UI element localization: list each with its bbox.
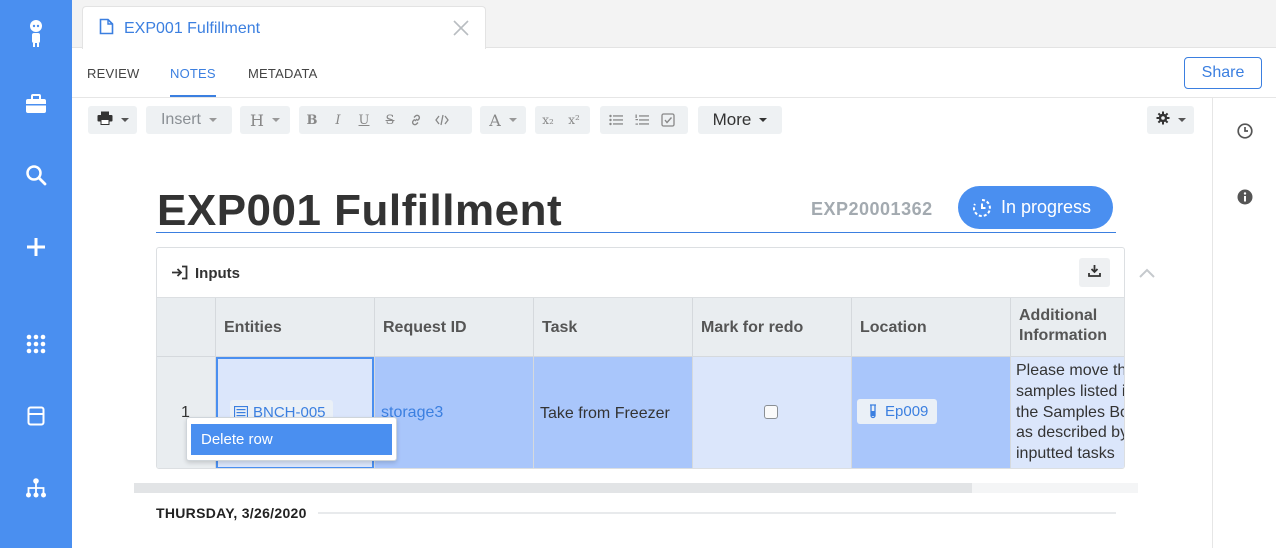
task-value: Take from Freezer: [540, 405, 670, 422]
location-header[interactable]: Location: [852, 298, 1010, 357]
status-label: In progress: [1001, 197, 1092, 217]
download-button[interactable]: [1079, 258, 1110, 287]
search-icon[interactable]: [0, 153, 72, 197]
print-button[interactable]: [88, 106, 137, 134]
status-button[interactable]: In progress: [958, 186, 1113, 229]
location-column: Location Ep009: [852, 298, 1011, 468]
document-tab[interactable]: EXP001 Fulfillment: [82, 6, 486, 49]
robot-logo-icon[interactable]: [0, 12, 72, 56]
progress-icon: [972, 198, 992, 218]
underline-button[interactable]: U: [351, 106, 377, 134]
tab-review[interactable]: REVIEW: [87, 66, 139, 81]
panel-icon[interactable]: [0, 394, 72, 438]
plus-icon[interactable]: [0, 225, 72, 269]
request-id-column: Request ID storage3: [375, 298, 534, 468]
date-divider: [318, 512, 1116, 514]
task-column: Task Take from Freezer: [534, 298, 693, 468]
superscript-button[interactable]: x²: [561, 106, 587, 134]
document-tab-strip: EXP001 Fulfillment: [72, 0, 1276, 49]
location-chip[interactable]: Ep009: [857, 399, 938, 424]
document-icon: [99, 18, 114, 40]
horizontal-scrollbar[interactable]: [134, 483, 1138, 493]
italic-button[interactable]: I: [325, 106, 351, 134]
mark-for-redo-column: Mark for redo: [693, 298, 852, 468]
clock-icon[interactable]: [1236, 122, 1254, 145]
font-color-label: A: [489, 110, 501, 130]
info-icon[interactable]: [1236, 188, 1254, 211]
location-cell[interactable]: Ep009: [852, 357, 1010, 468]
title-underline: [156, 232, 1116, 233]
row-context-menu: Delete row: [186, 417, 397, 461]
additional-info-cell[interactable]: Please move the samples listed in the Sa…: [1011, 357, 1125, 468]
sign-in-icon: [171, 265, 188, 285]
additional-info-value: Please move the samples listed in the Sa…: [1016, 362, 1125, 463]
left-nav-rail: [0, 0, 72, 548]
inputs-header: Inputs: [157, 248, 1124, 298]
download-icon: [1088, 264, 1101, 282]
mark-for-redo-cell: [693, 357, 851, 468]
delete-row-menu-item[interactable]: Delete row: [191, 424, 392, 455]
close-icon[interactable]: [451, 18, 471, 43]
additional-info-header[interactable]: Additional Information: [1011, 298, 1124, 357]
more-label: More: [712, 110, 752, 129]
font-color-dropdown[interactable]: A: [480, 106, 526, 134]
active-tab-indicator: [170, 95, 216, 97]
printer-icon: [97, 111, 113, 130]
heading-dropdown[interactable]: H: [240, 106, 290, 134]
task-header[interactable]: Task: [534, 298, 692, 357]
scrollbar-thumb[interactable]: [134, 483, 972, 493]
entry-id: EXP20001362: [811, 199, 933, 219]
entry-title[interactable]: EXP001 Fulfillment: [157, 186, 562, 236]
collapse-chevron-icon[interactable]: [1138, 266, 1156, 284]
subscript-button[interactable]: x₂: [535, 106, 561, 134]
request-id-cell[interactable]: storage3: [375, 357, 533, 468]
insert-label: Insert: [160, 111, 201, 128]
link-icon[interactable]: [403, 106, 429, 134]
text-format-group: B I U S: [299, 106, 472, 134]
mark-for-redo-header[interactable]: Mark for redo: [693, 298, 851, 357]
hierarchy-icon[interactable]: [0, 466, 72, 510]
tube-icon: [869, 404, 877, 419]
gear-icon: [1156, 111, 1170, 130]
heading-label: H: [250, 110, 264, 130]
strikethrough-button[interactable]: S: [377, 106, 403, 134]
list-group: [600, 106, 688, 134]
inputs-title: Inputs: [195, 265, 240, 282]
settings-dropdown[interactable]: [1147, 106, 1194, 134]
share-button[interactable]: Share: [1184, 57, 1262, 89]
bullet-list-icon[interactable]: [603, 106, 629, 134]
entities-header[interactable]: Entities: [216, 298, 374, 357]
grid-icon[interactable]: [0, 322, 72, 366]
checklist-icon[interactable]: [655, 106, 681, 134]
document-tab-title: EXP001 Fulfillment: [124, 20, 261, 37]
briefcase-icon[interactable]: [0, 82, 72, 126]
right-side-panel: [1212, 98, 1276, 548]
bold-button[interactable]: B: [299, 106, 325, 134]
insert-dropdown[interactable]: Insert: [146, 106, 232, 134]
index-header: [157, 298, 215, 357]
more-dropdown[interactable]: More: [698, 106, 782, 134]
tab-notes[interactable]: NOTES: [170, 66, 216, 81]
additional-info-column: Additional Information Please move the s…: [1011, 298, 1125, 468]
date-separator: THURSDAY, 3/26/2020: [156, 505, 307, 521]
redo-checkbox[interactable]: [764, 405, 778, 419]
numbered-list-icon[interactable]: [629, 106, 655, 134]
notes-subtabs: REVIEW NOTES METADATA Share: [72, 48, 1276, 98]
script-group: x₂ x²: [535, 106, 590, 134]
task-cell[interactable]: Take from Freezer: [534, 357, 692, 468]
request-id-header[interactable]: Request ID: [375, 298, 533, 357]
tab-metadata[interactable]: METADATA: [248, 66, 318, 81]
code-icon[interactable]: [429, 106, 455, 134]
